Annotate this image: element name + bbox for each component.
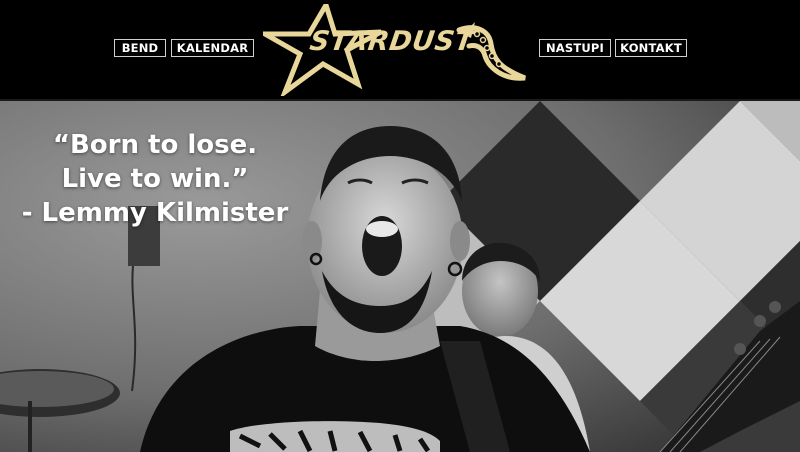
nav-kalendar-button[interactable]: KALENDAR xyxy=(171,39,254,57)
site-header: BEND KALENDAR STARDUST NASTUPI KONTAKT xyxy=(0,0,800,101)
nav-kontakt-button[interactable]: KONTAKT xyxy=(615,39,687,57)
quote-attribution: - Lemmy Kilmister xyxy=(21,198,289,228)
quote-line-1: “Born to lose. xyxy=(52,130,258,160)
hero-photo: “Born to lose. Live to win.” - Lemmy Kil… xyxy=(0,101,800,452)
nav-bend-button[interactable]: BEND xyxy=(114,39,166,57)
nav-nastupi-button[interactable]: NASTUPI xyxy=(539,39,611,57)
logo-wordmark: STARDUST xyxy=(307,26,476,57)
quote-line-2: Live to win.” xyxy=(61,164,249,194)
hero-quote: “Born to lose. Live to win.” - Lemmy Kil… xyxy=(0,128,310,230)
stardust-logo[interactable]: STARDUST xyxy=(255,0,529,100)
